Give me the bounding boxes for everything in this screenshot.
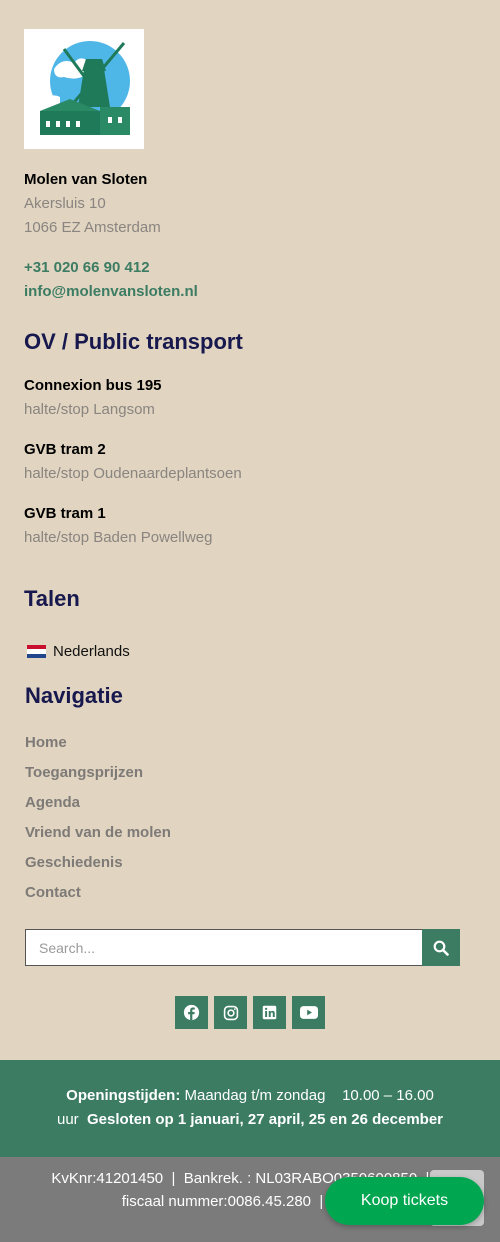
linkedin-link[interactable] xyxy=(253,996,286,1029)
nav-item-home[interactable]: Home xyxy=(25,734,67,751)
opening-hours-line-1: Openingstijden: Maandag t/m zondag 10.00… xyxy=(0,1084,500,1108)
stop-subtitle: halte/stop Langsom xyxy=(24,401,155,418)
facebook-icon xyxy=(183,1004,200,1021)
stop-title: GVB tram 2 xyxy=(24,441,106,458)
org-name: Molen van Sloten xyxy=(24,171,148,188)
opening-hours-uur: uur xyxy=(57,1111,88,1128)
email-link[interactable]: info@molenvansloten.nl xyxy=(24,283,198,300)
stop-subtitle: halte/stop Baden Powellweg xyxy=(24,529,213,546)
languages-heading: Talen xyxy=(24,586,80,611)
stop-title: Connexion bus 195 xyxy=(24,377,162,394)
opening-hours-banner: Openingstijden: Maandag t/m zondag 10.00… xyxy=(0,1060,500,1157)
nav-item-vriend[interactable]: Vriend van de molen xyxy=(25,824,171,841)
windmill-logo-image xyxy=(40,41,130,135)
language-label: Nederlands xyxy=(53,643,130,660)
closed-days-notice: Gesloten op 1 januari, 27 april, 25 en 2… xyxy=(87,1111,443,1128)
social-links xyxy=(175,996,325,1029)
search-form xyxy=(25,929,460,966)
nav-item-toegangsprijzen[interactable]: Toegangsprijzen xyxy=(25,764,143,781)
netherlands-flag-icon xyxy=(27,645,46,658)
nav-item-geschiedenis[interactable]: Geschiedenis xyxy=(25,854,123,871)
transport-heading: OV / Public transport xyxy=(24,329,243,354)
nav-item-agenda[interactable]: Agenda xyxy=(25,794,80,811)
address-street: Akersluis 10 xyxy=(24,195,106,212)
linkedin-icon xyxy=(262,1005,277,1020)
opening-hours-line-2: uur Gesloten op 1 januari, 27 april, 25 … xyxy=(0,1108,500,1132)
search-icon xyxy=(433,940,449,956)
nav-item-contact[interactable]: Contact xyxy=(25,884,81,901)
stop-title: GVB tram 1 xyxy=(24,505,106,522)
navigation-heading: Navigatie xyxy=(25,683,123,708)
phone-link[interactable]: +31 020 66 90 412 xyxy=(24,259,150,276)
facebook-link[interactable] xyxy=(175,996,208,1029)
instagram-link[interactable] xyxy=(214,996,247,1029)
search-button[interactable] xyxy=(422,929,460,966)
address-city: 1066 EZ Amsterdam xyxy=(24,219,161,236)
language-option-nl[interactable]: Nederlands xyxy=(27,643,130,660)
youtube-link[interactable] xyxy=(292,996,325,1029)
opening-hours-label: Openingstijden: xyxy=(66,1087,181,1104)
molen-logo[interactable] xyxy=(24,29,144,149)
instagram-icon xyxy=(223,1005,238,1020)
search-input[interactable] xyxy=(25,929,422,966)
opening-hours-time: Maandag t/m zondag 10.00 – 16.00 xyxy=(180,1087,434,1104)
youtube-icon xyxy=(299,1006,318,1019)
stop-subtitle: halte/stop Oudenaardeplantsoen xyxy=(24,465,242,482)
buy-tickets-button[interactable]: Koop tickets xyxy=(325,1177,484,1225)
